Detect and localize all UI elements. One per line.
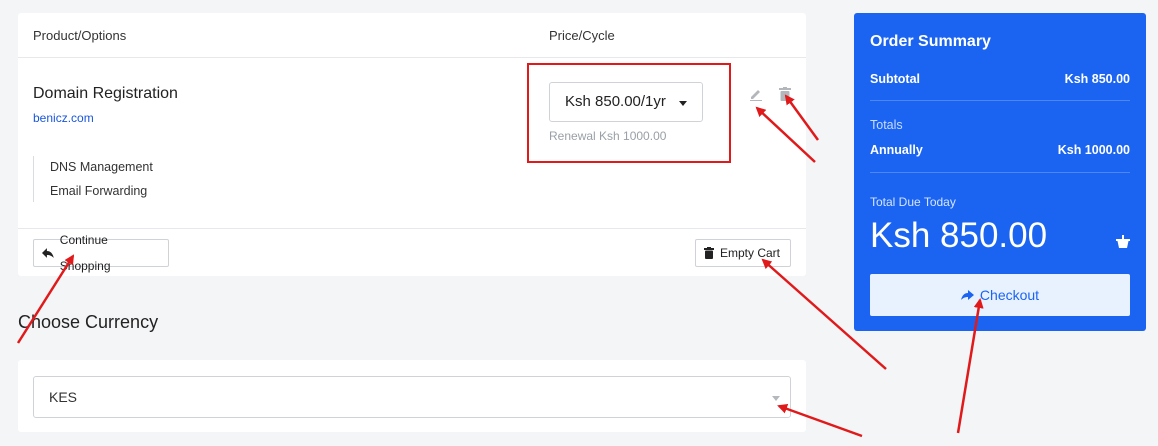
annual-value: Ksh 1000.00 (1057, 143, 1130, 157)
empty-cart-label: Empty Cart (720, 246, 781, 260)
empty-cart-button[interactable]: Empty Cart (695, 239, 791, 267)
caret-down-icon (772, 396, 780, 401)
price-cycle-value: Ksh 850.00/1yr (565, 93, 666, 110)
divider (870, 172, 1130, 173)
checkout-label: Checkout (979, 287, 1040, 303)
totals-label: Totals (870, 118, 903, 132)
item-name: Domain Registration (33, 85, 178, 102)
divider (870, 100, 1130, 101)
back-arrow-icon (42, 248, 54, 258)
subtotal-value: Ksh 850.00 (1064, 72, 1130, 86)
cart-footer: Continue Shopping Empty Cart (18, 228, 806, 277)
choose-currency-heading: Choose Currency (18, 312, 159, 332)
total-due-amount: Ksh 850.00 (870, 216, 1048, 255)
edit-icon[interactable] (749, 87, 763, 101)
subtotal-label: Subtotal (870, 72, 920, 86)
annual-total-row: Annually Ksh 1000.00 (870, 143, 1130, 157)
product-options-header: Product/Options (33, 28, 127, 43)
price-cycle-header: Price/Cycle (549, 28, 615, 43)
annual-label: Annually (870, 143, 923, 157)
addon-item: DNS Management (50, 160, 153, 174)
order-summary-panel: Order Summary Subtotal Ksh 850.00 Totals… (854, 13, 1146, 331)
addon-list: DNS Management Email Forwarding (33, 156, 153, 202)
cart-header: Product/Options Price/Cycle (18, 13, 806, 58)
renewal-price: Renewal Ksh 1000.00 (549, 129, 667, 143)
currency-card: KES (18, 360, 806, 432)
currency-value: KES (49, 389, 78, 405)
cart-card: Product/Options Price/Cycle Domain Regis… (18, 13, 806, 276)
trash-icon (704, 247, 714, 259)
currency-dropdown[interactable]: KES (33, 376, 791, 418)
addon-item: Email Forwarding (50, 184, 148, 198)
caret-down-icon (679, 101, 687, 106)
checkout-button[interactable]: Checkout (870, 274, 1130, 316)
basket-icon (1116, 235, 1130, 248)
item-domain-link[interactable]: benicz.com (33, 111, 94, 125)
continue-shopping-button[interactable]: Continue Shopping (33, 233, 169, 273)
forward-arrow-icon (960, 290, 974, 300)
trash-icon[interactable] (779, 87, 791, 101)
subtotal-row: Subtotal Ksh 850.00 (870, 72, 1130, 86)
continue-shopping-label: Continue Shopping (59, 233, 111, 273)
total-due-label: Total Due Today (870, 195, 956, 209)
price-cycle-dropdown[interactable]: Ksh 850.00/1yr (549, 82, 703, 122)
order-summary-title: Order Summary (870, 33, 991, 50)
